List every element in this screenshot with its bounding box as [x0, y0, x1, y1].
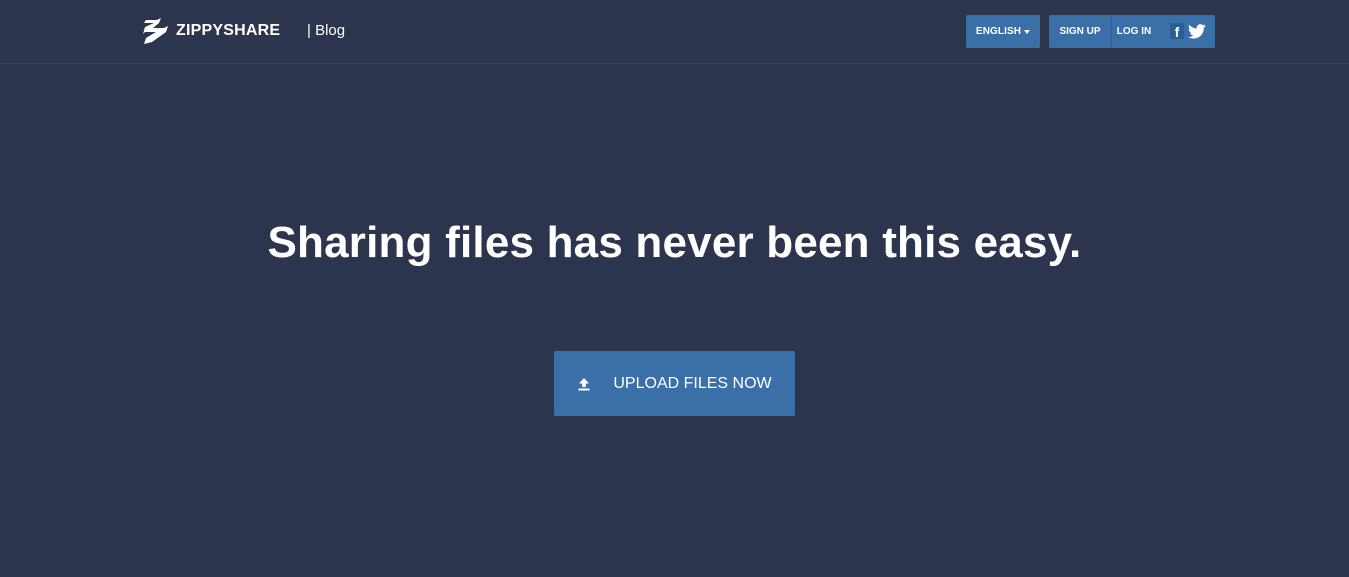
facebook-link[interactable]: f	[1168, 22, 1186, 40]
hero-title: Sharing files has never been this easy.	[267, 218, 1082, 267]
twitter-icon	[1188, 23, 1206, 39]
facebook-icon: f	[1170, 23, 1184, 39]
blog-link[interactable]: | Blog	[307, 22, 345, 39]
sign-up-button[interactable]: SIGN UP	[1049, 15, 1112, 48]
account-button-group: SIGN UP LOG IN f	[1049, 15, 1215, 48]
top-header: ZIPPYSHARE | Blog ENGLISH SIGN UP LOG IN…	[0, 0, 1349, 64]
zippyshare-logo-icon	[143, 18, 168, 44]
upload-button-label: UPLOAD FILES NOW	[613, 374, 772, 392]
log-in-button[interactable]: LOG IN	[1113, 15, 1155, 48]
twitter-link[interactable]	[1188, 22, 1206, 40]
caret-down-icon	[1024, 29, 1031, 34]
logo-text: ZIPPYSHARE	[176, 22, 281, 39]
language-label: ENGLISH	[975, 26, 1022, 37]
brand-logo-link[interactable]: ZIPPYSHARE	[142, 18, 280, 44]
upload-files-button[interactable]: UPLOAD FILES NOW	[554, 351, 795, 416]
upload-icon	[578, 377, 590, 390]
language-dropdown[interactable]: ENGLISH	[966, 15, 1040, 48]
